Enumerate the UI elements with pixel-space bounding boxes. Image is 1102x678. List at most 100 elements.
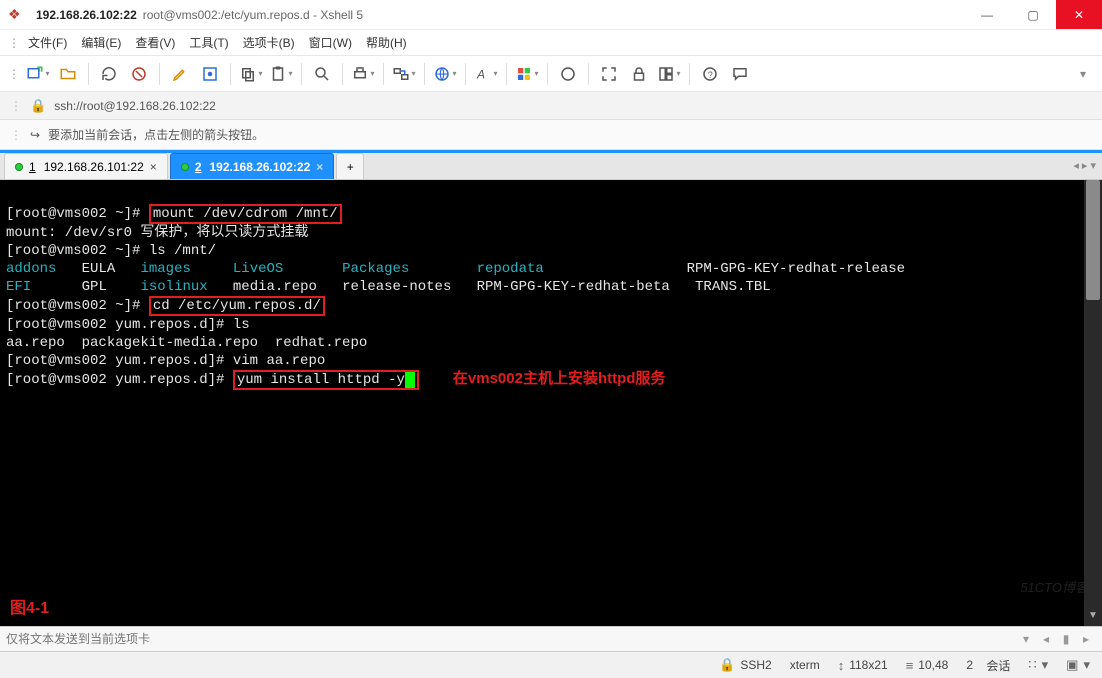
- statusbar: 🔒SSH2 xterm ↕118x21 ≡10,48 2 会话 ∷▾ ▣▾: [0, 652, 1102, 678]
- session-icon: ▣: [1066, 657, 1078, 673]
- status-pos: ≡10,48: [906, 658, 949, 673]
- globe-button[interactable]: [433, 62, 457, 86]
- send-input[interactable]: [6, 632, 1016, 646]
- address-url[interactable]: ssh://root@192.168.26.102:22: [54, 99, 216, 113]
- transfer-button[interactable]: [392, 62, 416, 86]
- tabbar: 1 192.168.26.101:22 × 2 192.168.26.102:2…: [0, 150, 1102, 180]
- new-tab-button[interactable]: +: [336, 153, 364, 179]
- term-line: [root@vms002 ~]# cd /etc/yum.repos.d/: [6, 298, 325, 314]
- svg-text:?: ?: [708, 69, 713, 79]
- paste-button[interactable]: [269, 62, 293, 86]
- menubar: ⋮ 文件(F) 编辑(E) 查看(V) 工具(T) 选项卡(B) 窗口(W) 帮…: [0, 30, 1102, 56]
- minimize-button[interactable]: —: [964, 0, 1010, 29]
- menu-edit[interactable]: 编辑(E): [81, 34, 121, 51]
- window-subtitle: root@vms002:/etc/yum.repos.d - Xshell 5: [143, 8, 363, 22]
- term-line: [root@vms002 ~]# mount /dev/cdrom /mnt/: [6, 206, 342, 222]
- session-tab-2[interactable]: 2 192.168.26.102:22 ×: [170, 153, 334, 179]
- menu-help[interactable]: 帮助(H): [366, 34, 407, 51]
- term-line: addons EULA images LiveOS Packages repod…: [6, 261, 905, 277]
- terminal-area: [root@vms002 ~]# mount /dev/cdrom /mnt/ …: [0, 180, 1102, 626]
- font-button[interactable]: A: [474, 62, 498, 86]
- layout-button[interactable]: [657, 62, 681, 86]
- tab-close-icon[interactable]: ×: [316, 160, 323, 174]
- term-line: [root@vms002 yum.repos.d]# vim aa.repo: [6, 353, 325, 369]
- help-icon-button[interactable]: [556, 62, 580, 86]
- term-line: mount: /dev/sr0 写保护，将以只读方式挂载: [6, 225, 308, 241]
- annotation-text: 在vms002主机上安装httpd服务: [453, 370, 666, 387]
- reconnect-button[interactable]: [97, 62, 121, 86]
- input-next-icon[interactable]: ▸: [1076, 632, 1096, 646]
- window-controls: — ▢ ✕: [964, 0, 1102, 29]
- tab-nav[interactable]: ◂ ▸ ▾: [1073, 159, 1096, 172]
- tab-label: 192.168.26.102:22: [210, 160, 311, 174]
- scrollbar[interactable]: ▼: [1084, 180, 1102, 626]
- status-tray[interactable]: ▣▾: [1066, 657, 1090, 673]
- copy-button[interactable]: [239, 62, 263, 86]
- tab-number: 2: [195, 160, 202, 174]
- addressbar-grip[interactable]: ⋮: [10, 99, 22, 113]
- svg-text:A: A: [476, 67, 485, 81]
- status-sessions: 2 会话: [966, 657, 1010, 674]
- term-line: [root@vms002 yum.repos.d]# yum install h…: [6, 372, 665, 388]
- term-line: [root@vms002 ~]# ls /mnt/: [6, 243, 216, 259]
- open-button[interactable]: [56, 62, 80, 86]
- scrollbar-thumb[interactable]: [1086, 180, 1100, 300]
- menu-tools[interactable]: 工具(T): [189, 34, 228, 51]
- hint-arrow-icon[interactable]: ↪: [30, 128, 40, 142]
- status-options[interactable]: ∷▾: [1028, 657, 1048, 673]
- hintbar: ⋮ ↪ 要添加当前会话，点击左侧的箭头按钮。: [0, 120, 1102, 150]
- toolbar-overflow[interactable]: ▾: [1080, 67, 1094, 81]
- print-button[interactable]: [351, 62, 375, 86]
- menu-window[interactable]: 窗口(W): [309, 34, 352, 51]
- color-button[interactable]: [515, 62, 539, 86]
- term-line: [root@vms002 yum.repos.d]# ls: [6, 317, 250, 333]
- input-bar-icon[interactable]: ▮: [1056, 632, 1076, 646]
- hint-text: 要添加当前会话，点击左侧的箭头按钮。: [48, 126, 264, 143]
- about-button[interactable]: ?: [698, 62, 722, 86]
- hintbar-grip[interactable]: ⋮: [10, 128, 22, 142]
- figure-label: 图4-1: [10, 594, 49, 618]
- input-prev-icon[interactable]: ◂: [1036, 632, 1056, 646]
- find-button[interactable]: [310, 62, 334, 86]
- close-button[interactable]: ✕: [1056, 0, 1102, 29]
- status-proto: 🔒SSH2: [719, 657, 772, 673]
- term-line: EFI GPL isolinux media.repo release-note…: [6, 279, 771, 295]
- window-host: 192.168.26.102:22: [36, 8, 137, 22]
- chat-button[interactable]: [728, 62, 752, 86]
- lock-button[interactable]: [627, 62, 651, 86]
- new-session-button[interactable]: [26, 62, 50, 86]
- session-tab-1[interactable]: 1 192.168.26.101:22 ×: [4, 153, 168, 179]
- status-dot-icon: [15, 163, 23, 171]
- status-dot-icon: [181, 163, 189, 171]
- cursor-icon: [405, 372, 415, 388]
- disconnect-button[interactable]: [127, 62, 151, 86]
- input-dropdown-icon[interactable]: ▾: [1016, 632, 1036, 646]
- lock-icon: 🔒: [30, 98, 46, 114]
- tab-number: 1: [29, 160, 36, 174]
- menu-view[interactable]: 查看(V): [135, 34, 175, 51]
- toolbar-grip[interactable]: ⋮: [8, 67, 20, 81]
- terminal[interactable]: [root@vms002 ~]# mount /dev/cdrom /mnt/ …: [0, 180, 1084, 626]
- properties-button[interactable]: [198, 62, 222, 86]
- edit-properties-button[interactable]: [168, 62, 192, 86]
- maximize-button[interactable]: ▢: [1010, 0, 1056, 29]
- term-line: aa.repo packagekit-media.repo redhat.rep…: [6, 335, 367, 351]
- scroll-down-icon[interactable]: ▼: [1084, 610, 1102, 626]
- menu-tabs[interactable]: 选项卡(B): [243, 34, 295, 51]
- send-inputbar: ▾ ◂ ▮ ▸: [0, 626, 1102, 652]
- tab-close-icon[interactable]: ×: [150, 160, 157, 174]
- status-term: xterm: [790, 658, 820, 672]
- lock-icon: 🔒: [719, 657, 735, 673]
- fullscreen-button[interactable]: [597, 62, 621, 86]
- status-size: ↕118x21: [838, 658, 888, 673]
- addressbar: ⋮ 🔒 ssh://root@192.168.26.102:22: [0, 92, 1102, 120]
- highlight-box: yum install httpd -y: [233, 370, 419, 390]
- menu-file[interactable]: 文件(F): [28, 34, 67, 51]
- resize-icon: ↕: [838, 658, 845, 673]
- highlight-box: cd /etc/yum.repos.d/: [149, 296, 325, 316]
- pos-icon: ≡: [906, 658, 914, 673]
- app-icon: ❖: [8, 6, 30, 23]
- toolbar: ⋮ A ? ▾: [0, 56, 1102, 92]
- menubar-grip[interactable]: ⋮: [8, 36, 14, 50]
- tab-label: 192.168.26.101:22: [44, 160, 144, 174]
